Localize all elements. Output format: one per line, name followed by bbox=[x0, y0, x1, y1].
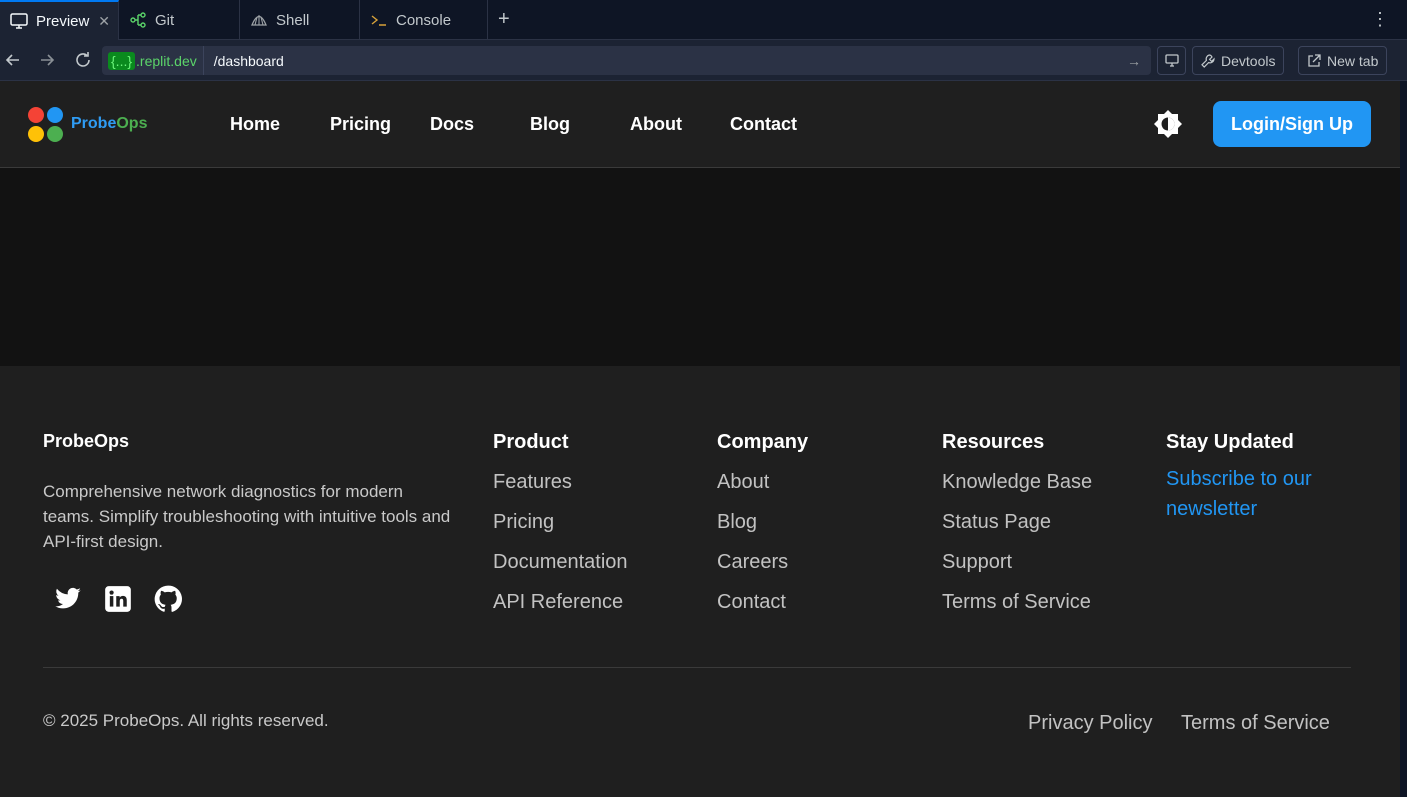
nav-home[interactable]: Home bbox=[230, 114, 280, 135]
workspace-tab-strip: Preview ✕ Git Shell Console + ⋮ bbox=[0, 0, 1407, 40]
footer-link-contact[interactable]: Contact bbox=[717, 590, 808, 614]
footer-link-knowledge-base[interactable]: Knowledge Base bbox=[942, 470, 1092, 494]
footer-column-company: Company About Blog Careers Contact bbox=[717, 431, 808, 630]
footer-column-stay-updated: Stay Updated Subscribe to our newsletter bbox=[1166, 431, 1336, 524]
nav-blog[interactable]: Blog bbox=[530, 114, 570, 135]
footer-link-documentation[interactable]: Documentation bbox=[493, 550, 628, 574]
tab-shell[interactable]: Shell bbox=[240, 0, 360, 40]
footer-heading-product: Product bbox=[493, 431, 569, 453]
tab-git-label: Git bbox=[155, 11, 175, 29]
nav-contact[interactable]: Contact bbox=[730, 114, 797, 135]
nav-about[interactable]: About bbox=[630, 114, 682, 135]
footer-column-resources: Resources Knowledge Base Status Page Sup… bbox=[942, 431, 1092, 630]
url-field[interactable]: {...} .replit.dev /dashboard → bbox=[102, 46, 1151, 75]
footer-link-pricing[interactable]: Pricing bbox=[493, 510, 628, 534]
footer-description: Comprehensive network diagnostics for mo… bbox=[43, 482, 451, 551]
footer-column-product: Product Features Pricing Documentation A… bbox=[493, 431, 628, 630]
footer-link-features[interactable]: Features bbox=[493, 470, 628, 494]
nav-docs[interactable]: Docs bbox=[430, 114, 474, 135]
devtools-button[interactable]: Devtools bbox=[1192, 46, 1285, 75]
tab-console[interactable]: Console bbox=[360, 0, 488, 40]
footer-heading-company: Company bbox=[717, 431, 809, 453]
tab-console-label: Console bbox=[396, 11, 452, 29]
url-host-domain: .replit.dev bbox=[136, 52, 197, 69]
forward-arrow-icon[interactable] bbox=[37, 50, 57, 70]
site-footer: ProbeOps Comprehensive network diagnosti… bbox=[0, 366, 1400, 797]
devtools-label: Devtools bbox=[1221, 52, 1276, 69]
tab-preview[interactable]: Preview ✕ bbox=[0, 0, 119, 40]
screen-icon bbox=[1164, 54, 1179, 67]
footer-link-terms[interactable]: Terms of Service bbox=[942, 590, 1092, 614]
open-new-tab-button[interactable]: New tab bbox=[1298, 46, 1388, 75]
new-tab-plus-icon[interactable]: + bbox=[498, 8, 510, 30]
github-icon[interactable] bbox=[154, 585, 182, 613]
brand-part-probe: Probe bbox=[71, 115, 117, 132]
footer-divider bbox=[43, 667, 1351, 668]
footer-brand: ProbeOps bbox=[43, 431, 130, 451]
terminal-icon bbox=[371, 15, 386, 26]
subscribe-newsletter-link[interactable]: Subscribe to our newsletter bbox=[1166, 464, 1336, 524]
preview-scrollbar[interactable] bbox=[1400, 81, 1407, 797]
twitter-icon[interactable] bbox=[54, 585, 82, 613]
go-arrow-icon[interactable]: → bbox=[1127, 53, 1151, 69]
main-content bbox=[0, 168, 1400, 366]
new-tab-label: New tab bbox=[1327, 52, 1379, 69]
close-tab-icon[interactable]: ✕ bbox=[98, 13, 110, 30]
privacy-policy-link[interactable]: Privacy Policy bbox=[1028, 712, 1152, 735]
probeops-logo[interactable] bbox=[28, 107, 64, 143]
reload-icon[interactable] bbox=[73, 50, 93, 70]
footer-link-support[interactable]: Support bbox=[942, 550, 1092, 574]
footer-heading-stay-updated: Stay Updated bbox=[1166, 431, 1294, 453]
external-link-icon bbox=[1308, 53, 1321, 67]
copyright-text: © 2025 ProbeOps. All rights reserved. bbox=[43, 711, 329, 730]
wrench-icon bbox=[1201, 53, 1215, 68]
terms-of-service-link[interactable]: Terms of Service bbox=[1181, 712, 1330, 735]
footer-link-about[interactable]: About bbox=[717, 470, 808, 494]
linkedin-icon[interactable] bbox=[104, 585, 132, 613]
back-arrow-icon[interactable] bbox=[3, 50, 23, 70]
device-toggle-button[interactable] bbox=[1157, 46, 1186, 75]
theme-toggle-icon[interactable] bbox=[1154, 110, 1182, 138]
url-path[interactable]: /dashboard bbox=[204, 53, 1127, 69]
tab-git[interactable]: Git bbox=[119, 0, 240, 40]
url-host-tag: {...} bbox=[108, 51, 136, 70]
brand-name[interactable]: ProbeOps bbox=[71, 115, 147, 133]
brand-part-ops: Ops bbox=[116, 115, 148, 132]
url-host: {...} .replit.dev bbox=[102, 46, 204, 75]
nav-pricing[interactable]: Pricing bbox=[330, 114, 391, 135]
tab-preview-label: Preview bbox=[36, 12, 90, 30]
git-branch-icon bbox=[130, 12, 146, 28]
login-signup-button[interactable]: Login/Sign Up bbox=[1213, 101, 1371, 147]
monitor-icon bbox=[10, 13, 28, 29]
site-header: ProbeOps Home Pricing Docs Blog About Co… bbox=[0, 81, 1400, 168]
footer-link-status-page[interactable]: Status Page bbox=[942, 510, 1092, 534]
footer-link-api-reference[interactable]: API Reference bbox=[493, 590, 628, 614]
tab-shell-label: Shell bbox=[276, 11, 310, 29]
footer-link-blog[interactable]: Blog bbox=[717, 510, 808, 534]
footer-link-careers[interactable]: Careers bbox=[717, 550, 808, 574]
preview-address-bar: {...} .replit.dev /dashboard → Devtools … bbox=[0, 40, 1407, 81]
more-options-icon[interactable]: ⋮ bbox=[1371, 8, 1389, 30]
shell-icon bbox=[251, 15, 267, 26]
footer-heading-resources: Resources bbox=[942, 431, 1045, 453]
